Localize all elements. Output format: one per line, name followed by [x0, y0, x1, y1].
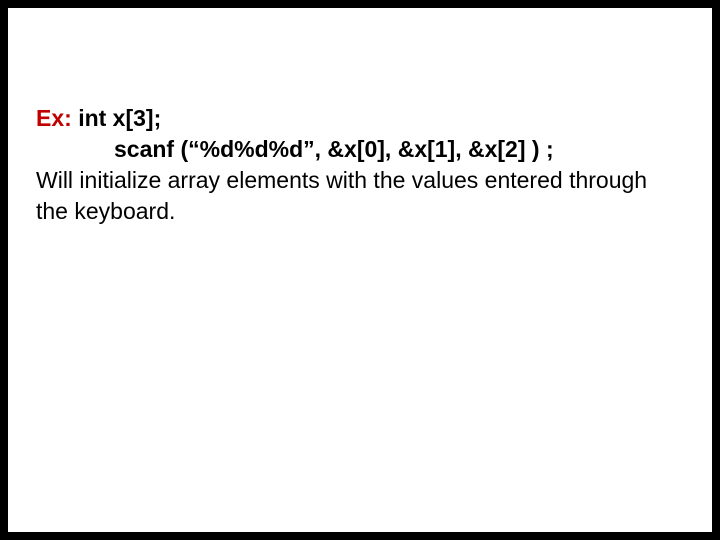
example-scanf: scanf (“%d%d%d”, &x[0], &x[1], &x[2] ) ; [36, 134, 684, 165]
slide: Ex: int x[3]; scanf (“%d%d%d”, &x[0], &x… [8, 8, 712, 532]
explanation-text: Will initialize array elements with the … [36, 165, 684, 227]
example-declaration: int x[3]; [78, 105, 161, 131]
slide-content: Ex: int x[3]; scanf (“%d%d%d”, &x[0], &x… [8, 8, 712, 227]
example-line-1: Ex: int x[3]; [36, 103, 684, 134]
example-label: Ex: [36, 105, 72, 131]
